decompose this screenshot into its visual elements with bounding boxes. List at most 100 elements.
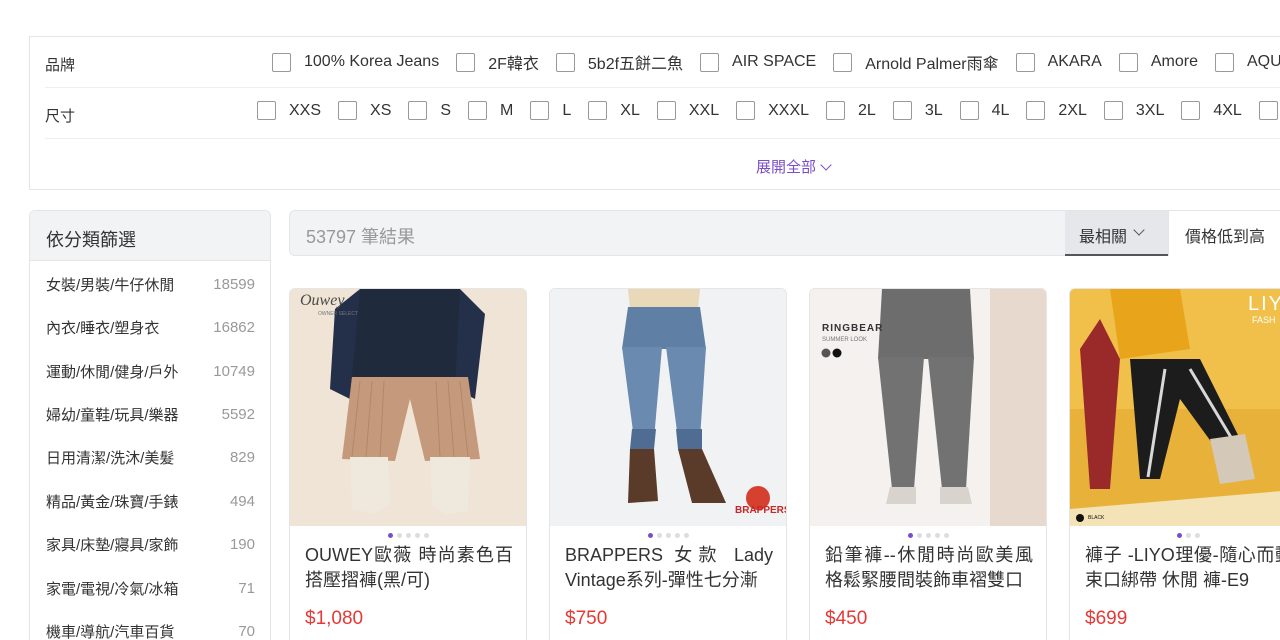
checkbox[interactable]: [408, 101, 428, 120]
checkbox[interactable]: [892, 101, 912, 120]
image-carousel-dots: [810, 533, 1046, 538]
expand-all-button[interactable]: 展開全部: [756, 156, 832, 177]
checkbox[interactable]: [656, 101, 676, 120]
product-image[interactable]: RINGBEAR SUMMER LOOK: [810, 289, 1046, 526]
size-filter-option[interactable]: 3L: [892, 101, 943, 120]
size-filter-option-label: 2L: [858, 101, 876, 119]
sidebar-item[interactable]: 家具/床墊/寢具/家飾 190: [46, 534, 255, 554]
sidebar-item[interactable]: 運動/休閒/健身/戶外 10749: [46, 361, 255, 381]
size-filter-option-label: XS: [370, 101, 392, 119]
checkbox[interactable]: [700, 52, 720, 72]
size-filter-option[interactable]: M: [468, 101, 513, 120]
sidebar-item[interactable]: 日用清潔/洗沐/美髮 829: [46, 447, 255, 467]
size-filter-option[interactable]: 2XL: [1026, 101, 1087, 120]
product-title[interactable]: OUWEY歐薇 時尚素色百搭壓摺褲(黑/可): [305, 543, 513, 593]
sidebar-item[interactable]: 機車/導航/汽車百貨 70: [46, 621, 255, 640]
sort-price-label: 價格低到高: [1185, 229, 1266, 246]
sidebar-item-count: 18599: [213, 275, 255, 293]
product-image[interactable]: Ouwey OWNER SELECT: [290, 289, 526, 526]
checkbox[interactable]: [1118, 52, 1138, 72]
checkbox[interactable]: [272, 52, 291, 72]
carousel-dot[interactable]: [683, 533, 689, 538]
sidebar-item[interactable]: 內衣/睡衣/塑身衣 16862: [46, 317, 255, 337]
carousel-dot[interactable]: [665, 533, 671, 538]
checkbox[interactable]: [555, 52, 575, 72]
product-price: $699: [1085, 608, 1128, 629]
sidebar-item[interactable]: 家電/電視/冷氣/冰箱 71: [46, 578, 255, 598]
brand-filter-label: 品牌: [45, 57, 76, 74]
carousel-dot[interactable]: [1194, 533, 1200, 538]
size-filter-option[interactable]: 2L: [826, 101, 876, 120]
product-card[interactable]: BRAPPERS. BRAPPERS 女款 Lady Vintage系列-彈性七…: [549, 288, 787, 640]
brand-filter-option[interactable]: Amore: [1118, 52, 1198, 72]
size-filter-option[interactable]: XS: [338, 101, 391, 120]
brand-filter-option[interactable]: AKARA: [1015, 52, 1102, 72]
sidebar-item[interactable]: 婦幼/童鞋/玩具/樂器 5592: [46, 404, 255, 424]
carousel-dot[interactable]: [943, 533, 949, 538]
carousel-dot[interactable]: [916, 533, 922, 538]
brand-filter-option[interactable]: 5b2f五餅二魚: [555, 50, 683, 74]
sort-relevance-button[interactable]: 最相關: [1065, 211, 1168, 256]
carousel-dot[interactable]: [414, 533, 420, 538]
checkbox[interactable]: [588, 101, 608, 120]
size-filter-option[interactable]: 3XL: [1103, 101, 1164, 120]
checkbox[interactable]: [959, 101, 979, 120]
size-filter-option[interactable]: XXS: [257, 101, 321, 120]
sidebar-item[interactable]: 女裝/男裝/牛仔休閒 18599: [46, 274, 255, 294]
carousel-dot[interactable]: [396, 533, 402, 538]
product-card[interactable]: LIY FASH BLACK 褲子 -LIYO理優-隨心而動束口綁帶 休閒 褲-…: [1069, 288, 1280, 640]
carousel-dot[interactable]: [934, 533, 940, 538]
size-filter-option-label: L: [562, 101, 572, 119]
carousel-dot[interactable]: [1176, 533, 1182, 538]
checkbox[interactable]: [833, 52, 853, 72]
carousel-dot[interactable]: [674, 533, 680, 538]
size-filter-option[interactable]: XXL: [656, 101, 719, 120]
checkbox[interactable]: [468, 101, 488, 120]
carousel-dot[interactable]: [423, 533, 429, 538]
checkbox[interactable]: [530, 101, 550, 120]
size-filter-option[interactable]: XXXL: [736, 101, 809, 120]
carousel-dot[interactable]: [1185, 533, 1191, 538]
size-filter-option[interactable]: F: [1258, 101, 1280, 120]
carousel-dot[interactable]: [405, 533, 411, 538]
carousel-dot[interactable]: [656, 533, 662, 538]
carousel-dot[interactable]: [647, 533, 653, 538]
checkbox[interactable]: [338, 101, 358, 120]
product-title[interactable]: BRAPPERS 女款 Lady Vintage系列-彈性七分漸: [565, 543, 773, 593]
sidebar-item-label: 女裝/男裝/牛仔休閒: [46, 276, 175, 294]
brand-filter-option[interactable]: AIR SPACE: [700, 52, 816, 72]
brand-filter-option[interactable]: Arnold Palmer雨傘: [833, 50, 999, 74]
product-title[interactable]: 鉛筆褲--休閒時尚歐美風格鬆緊腰間裝飾車褶雙口: [825, 543, 1033, 593]
brand-filter-option[interactable]: 100% Korea Jeans: [272, 52, 439, 72]
checkbox[interactable]: [257, 101, 276, 120]
product-price: $1,080: [305, 608, 364, 629]
checkbox[interactable]: [1103, 101, 1123, 120]
carousel-dot[interactable]: [387, 533, 393, 538]
size-filter-option[interactable]: S: [408, 101, 451, 120]
product-card[interactable]: Ouwey OWNER SELECT OUWEY歐薇 時尚素色百搭壓摺褲(黑/可…: [289, 288, 527, 640]
sidebar-item[interactable]: 精品/黃金/珠寶/手錶 494: [46, 491, 255, 511]
checkbox[interactable]: [1015, 52, 1035, 72]
checkbox[interactable]: [1181, 101, 1201, 120]
product-price: $750: [565, 608, 608, 629]
checkbox[interactable]: [1214, 52, 1234, 72]
sort-price-button[interactable]: 價格低到高: [1168, 211, 1280, 256]
product-title[interactable]: 褲子 -LIYO理優-隨心而動束口綁帶 休閒 褲-E9: [1085, 543, 1280, 593]
brand-filter-option[interactable]: AQU: [1214, 52, 1280, 72]
checkbox[interactable]: [826, 101, 846, 120]
product-card[interactable]: RINGBEAR SUMMER LOOK 鉛筆褲--休閒時尚歐美風格鬆緊腰間裝飾…: [809, 288, 1047, 640]
carousel-dot[interactable]: [925, 533, 931, 538]
product-image[interactable]: BRAPPERS.: [550, 289, 786, 526]
size-filter-option[interactable]: XL: [588, 101, 640, 120]
size-filter-option[interactable]: 4XL: [1181, 101, 1242, 120]
size-filter-option[interactable]: 4L: [959, 101, 1009, 120]
checkbox[interactable]: [456, 52, 476, 72]
product-image[interactable]: LIY FASH BLACK: [1070, 289, 1280, 526]
brand-filter-option[interactable]: 2F韓衣: [456, 50, 539, 74]
checkbox[interactable]: [1258, 101, 1278, 120]
carousel-dot[interactable]: [907, 533, 913, 538]
sidebar-item-count: 829: [229, 448, 255, 466]
checkbox[interactable]: [736, 101, 756, 120]
checkbox[interactable]: [1026, 101, 1046, 120]
size-filter-option[interactable]: L: [530, 101, 571, 120]
